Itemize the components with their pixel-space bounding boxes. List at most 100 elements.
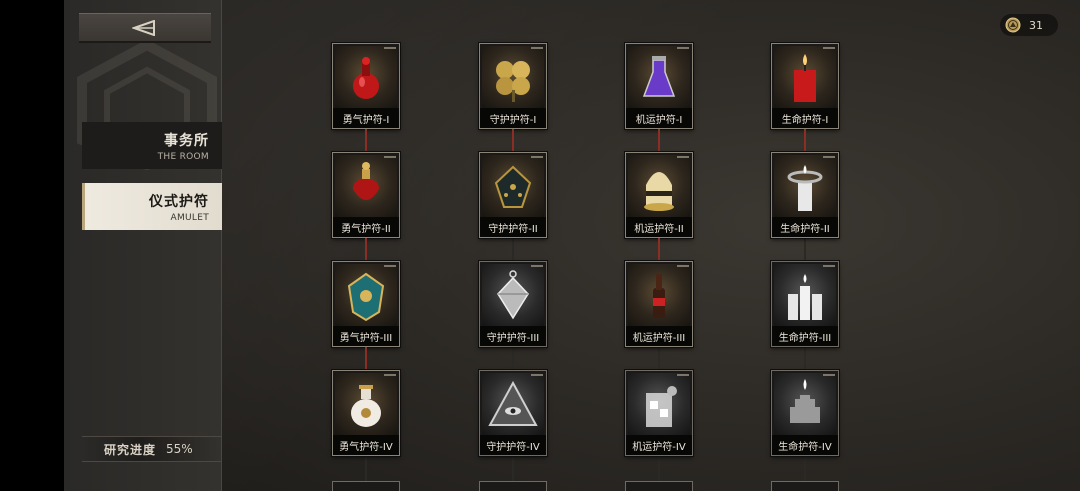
card-corner-mark xyxy=(823,374,835,376)
currency-count: 31 xyxy=(1029,18,1043,32)
amulet-name: 勇气护符-I xyxy=(333,108,399,128)
amulet-art xyxy=(335,46,397,108)
amulet-art xyxy=(628,373,690,435)
amulet-name: 勇气护符-IV xyxy=(333,435,399,455)
nav-label-en: AMULET xyxy=(170,213,209,223)
screen-edge xyxy=(0,0,64,491)
amulet-art xyxy=(482,46,544,108)
amulet-name: 守护护符-II xyxy=(480,217,546,237)
golden-helmet-icon xyxy=(644,172,674,211)
amulet-name: 机运护符-I xyxy=(626,108,692,128)
amulet-card-courage-2[interactable]: 勇气护符-II xyxy=(332,152,400,238)
amulet-art xyxy=(774,264,836,326)
amulet-card-courage-3[interactable]: 勇气护符-III xyxy=(332,261,400,347)
white-candle-icon xyxy=(787,165,823,211)
amulet-card-life-1[interactable]: 生命护符-I xyxy=(771,43,839,129)
amulet-card-guard-1[interactable]: 守护护符-I xyxy=(479,43,547,129)
amulet-name: 守护护符-IV xyxy=(480,435,546,455)
branch-link-luck-2 xyxy=(658,238,660,261)
branch-link-courage-3 xyxy=(365,347,367,370)
amulet-art xyxy=(482,264,544,326)
amulet-card-next-life[interactable] xyxy=(771,481,839,491)
research-progress: 研究进度 55% xyxy=(82,436,222,462)
amulet-art xyxy=(628,264,690,326)
amulet-name: 守护护符-III xyxy=(480,326,546,346)
amulet-card-courage-4[interactable]: 勇气护符-IV xyxy=(332,370,400,456)
nav-label-en: THE ROOM xyxy=(157,152,209,162)
iced-drink-icon xyxy=(646,386,677,427)
card-corner-mark xyxy=(531,265,543,267)
currency-counter: 31 xyxy=(1000,14,1058,36)
research-progress-label: 研究进度 xyxy=(104,442,157,457)
card-corner-mark xyxy=(531,47,543,49)
amulet-card-luck-3[interactable]: 机运护符-III xyxy=(625,261,693,347)
research-progress-value: 55% xyxy=(166,442,193,456)
nav-item-the-room[interactable]: 事务所 THE ROOM xyxy=(82,122,223,169)
hand-candle-icon xyxy=(790,379,820,423)
eye-pyramid-icon xyxy=(488,380,538,426)
candle-cluster-icon xyxy=(788,274,822,320)
porcelain-vase-icon xyxy=(351,385,381,427)
amulet-card-life-2[interactable]: 生命护符-II xyxy=(771,152,839,238)
card-corner-mark xyxy=(677,265,689,267)
amulet-card-luck-1[interactable]: 机运护符-I xyxy=(625,43,693,129)
card-corner-mark xyxy=(384,47,396,49)
amulet-art xyxy=(774,155,836,217)
amulet-card-guard-3[interactable]: 守护护符-III xyxy=(479,261,547,347)
amulet-art xyxy=(628,155,690,217)
red-potion-icon xyxy=(353,57,379,99)
red-perfume-bottle-icon xyxy=(353,162,379,200)
branch-link-luck-1 xyxy=(658,129,660,152)
amulet-card-courage-1[interactable]: 勇气护符-I xyxy=(332,43,400,129)
card-corner-mark xyxy=(384,374,396,376)
amulet-name: 机运护符-IV xyxy=(626,435,692,455)
card-corner-mark xyxy=(384,265,396,267)
amulet-card-next-luck[interactable] xyxy=(625,481,693,491)
amulet-card-life-3[interactable]: 生命护符-III xyxy=(771,261,839,347)
dice-pendant-icon xyxy=(494,165,532,208)
purple-flask-icon xyxy=(642,56,676,97)
back-arrow-icon xyxy=(132,19,155,36)
nav-label-cn: 仪式护符 xyxy=(149,194,209,210)
amulet-tree-panel: 31 勇气护符-I 勇气护符-II 勇气护符-III 勇气护符-IV 守护护符-I 守护护… xyxy=(222,0,1080,491)
amulet-name: 生命护符-IV xyxy=(772,435,838,455)
amulet-card-luck-2[interactable]: 机运护符-II xyxy=(625,152,693,238)
sidebar: 事务所 THE ROOM 仪式护符 AMULET 研究进度 55% xyxy=(64,0,223,491)
branch-link-life-1 xyxy=(804,129,806,152)
amulet-name: 勇气护符-III xyxy=(333,326,399,346)
back-button[interactable] xyxy=(79,13,211,43)
amulet-name: 生命护符-I xyxy=(772,108,838,128)
nav-item-amulet[interactable]: 仪式护符 AMULET xyxy=(82,183,223,230)
amulet-card-guard-2[interactable]: 守护护符-II xyxy=(479,152,547,238)
amulet-name: 生命护符-III xyxy=(772,326,838,346)
card-corner-mark xyxy=(823,265,835,267)
branch-link-courage-2 xyxy=(365,238,367,261)
card-corner-mark xyxy=(531,374,543,376)
amulet-art xyxy=(628,46,690,108)
amulet-art xyxy=(774,46,836,108)
branch-link-guard-1 xyxy=(512,129,514,152)
amulet-card-next-courage[interactable] xyxy=(332,481,400,491)
nav-label-cn: 事务所 xyxy=(164,133,209,149)
amulet-art xyxy=(335,373,397,435)
card-corner-mark xyxy=(823,156,835,158)
amulet-name: 勇气护符-II xyxy=(333,217,399,237)
amulet-name: 生命护符-II xyxy=(772,217,838,237)
red-candle-icon xyxy=(794,54,816,102)
amulet-name: 守护护符-I xyxy=(480,108,546,128)
branch-link-courage-1 xyxy=(365,129,367,152)
amulet-card-luck-4[interactable]: 机运护符-IV xyxy=(625,370,693,456)
amulet-card-next-guard[interactable] xyxy=(479,481,547,491)
amulet-art xyxy=(335,155,397,217)
amulet-card-life-4[interactable]: 生命护符-IV xyxy=(771,370,839,456)
amulet-art xyxy=(482,155,544,217)
card-corner-mark xyxy=(531,156,543,158)
ornate-shield-icon xyxy=(347,272,385,322)
gem-pendant-icon xyxy=(497,270,529,320)
amulet-art xyxy=(482,373,544,435)
amulet-name: 机运护符-III xyxy=(626,326,692,346)
amulet-card-guard-4[interactable]: 守护护符-IV xyxy=(479,370,547,456)
card-corner-mark xyxy=(384,156,396,158)
amulet-art xyxy=(335,264,397,326)
card-corner-mark xyxy=(677,374,689,376)
